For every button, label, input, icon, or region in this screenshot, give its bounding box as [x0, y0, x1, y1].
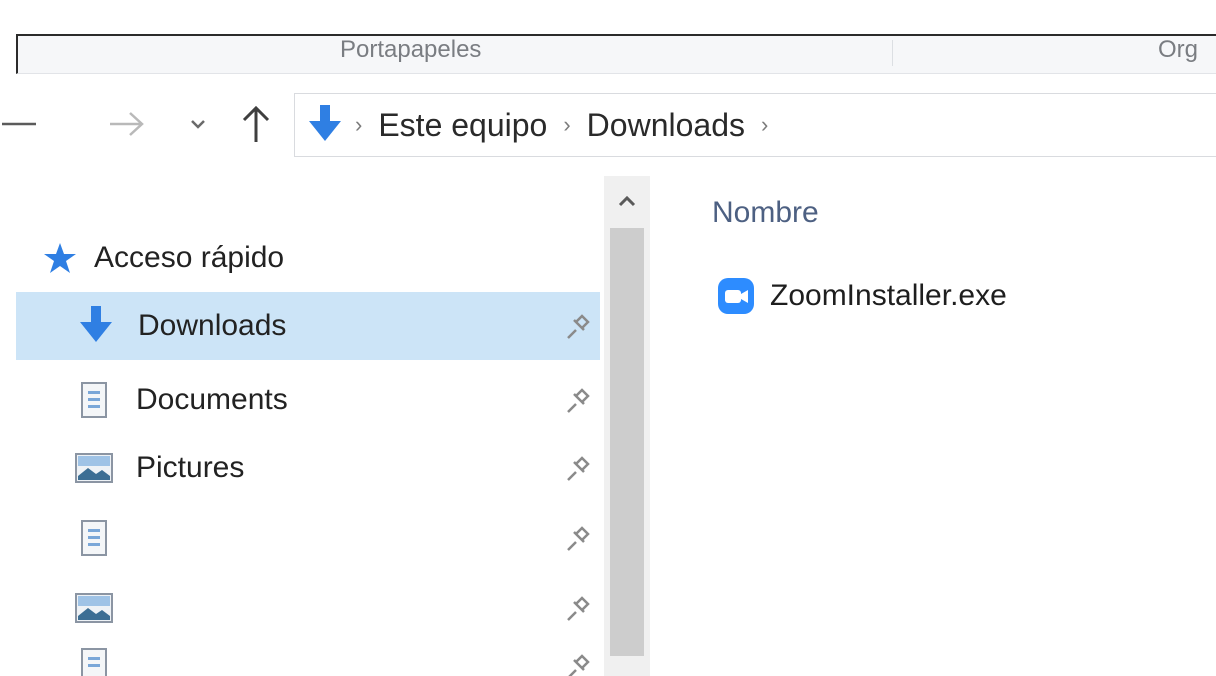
column-header-name[interactable]: Nombre: [712, 196, 819, 230]
document-icon: [80, 647, 108, 676]
scroll-thumb[interactable]: [610, 228, 644, 656]
document-icon: [80, 519, 108, 557]
ribbon-group-clipboard: Portapapeles: [340, 36, 482, 63]
pictures-icon: [74, 592, 114, 624]
navigation-pane-scrollbar[interactable]: [604, 176, 650, 676]
back-button[interactable]: [0, 104, 40, 144]
document-icon: [80, 381, 108, 419]
ribbon-separator: [892, 40, 893, 66]
pin-icon[interactable]: [562, 594, 592, 624]
breadcrumb-downloads[interactable]: Downloads: [587, 107, 745, 144]
ribbon-group-organize: Org: [1158, 36, 1199, 63]
arrow-right-icon: [110, 112, 144, 136]
sidebar-item-unnamed-document[interactable]: [16, 504, 600, 572]
sidebar-item-documents[interactable]: Documents: [16, 366, 600, 434]
pictures-icon: [74, 452, 114, 484]
navigation-pane: Acceso rápido Downloads Documents Pictur…: [16, 176, 604, 676]
file-row[interactable]: ZoomInstaller.exe: [716, 274, 1007, 318]
breadcrumb-separator-icon: ›: [355, 112, 363, 137]
arrow-up-icon: [242, 105, 270, 142]
downloads-arrow-icon: [305, 103, 345, 147]
sidebar-item-pictures[interactable]: Pictures: [16, 434, 600, 502]
sidebar-item-label: Downloads: [138, 309, 287, 342]
zoom-app-icon: [716, 276, 756, 316]
pin-icon[interactable]: [562, 652, 592, 676]
breadcrumb-separator-icon[interactable]: ›: [761, 112, 768, 138]
up-button[interactable]: [236, 102, 276, 146]
breadcrumb-separator-icon[interactable]: ›: [563, 112, 570, 138]
file-list-pane: Nombre ZoomInstaller.exe: [650, 176, 1216, 676]
pin-icon[interactable]: [562, 524, 592, 554]
pin-icon[interactable]: [562, 386, 592, 416]
pin-icon[interactable]: [562, 312, 592, 342]
address-bar[interactable]: › Este equipo › Downloads ›: [294, 93, 1216, 157]
pin-icon[interactable]: [562, 454, 592, 484]
quick-access-header[interactable]: Acceso rápido: [16, 224, 600, 292]
chevron-down-icon: [191, 120, 205, 129]
forward-button[interactable]: [104, 104, 148, 144]
scroll-up-button[interactable]: [604, 176, 650, 226]
breadcrumb-este-equipo[interactable]: Este equipo: [378, 107, 547, 144]
chevron-up-icon: [618, 195, 636, 207]
arrow-left-icon: [2, 122, 36, 126]
downloads-icon: [76, 304, 116, 348]
ribbon-group-strip: Portapapeles Org: [16, 34, 1216, 74]
sidebar-item-label: Documents: [136, 383, 288, 416]
sidebar-item-unnamed-document-2[interactable]: [16, 632, 600, 676]
window-top-area: [0, 0, 1216, 34]
sidebar-item-downloads[interactable]: Downloads: [16, 292, 600, 360]
recent-locations-button[interactable]: [184, 108, 212, 140]
star-icon: [42, 240, 78, 276]
quick-access-label: Acceso rápido: [94, 241, 285, 274]
navigation-row: › Este equipo › Downloads ›: [0, 86, 1216, 162]
file-name: ZoomInstaller.exe: [770, 279, 1007, 312]
sidebar-item-label: Pictures: [136, 451, 245, 484]
